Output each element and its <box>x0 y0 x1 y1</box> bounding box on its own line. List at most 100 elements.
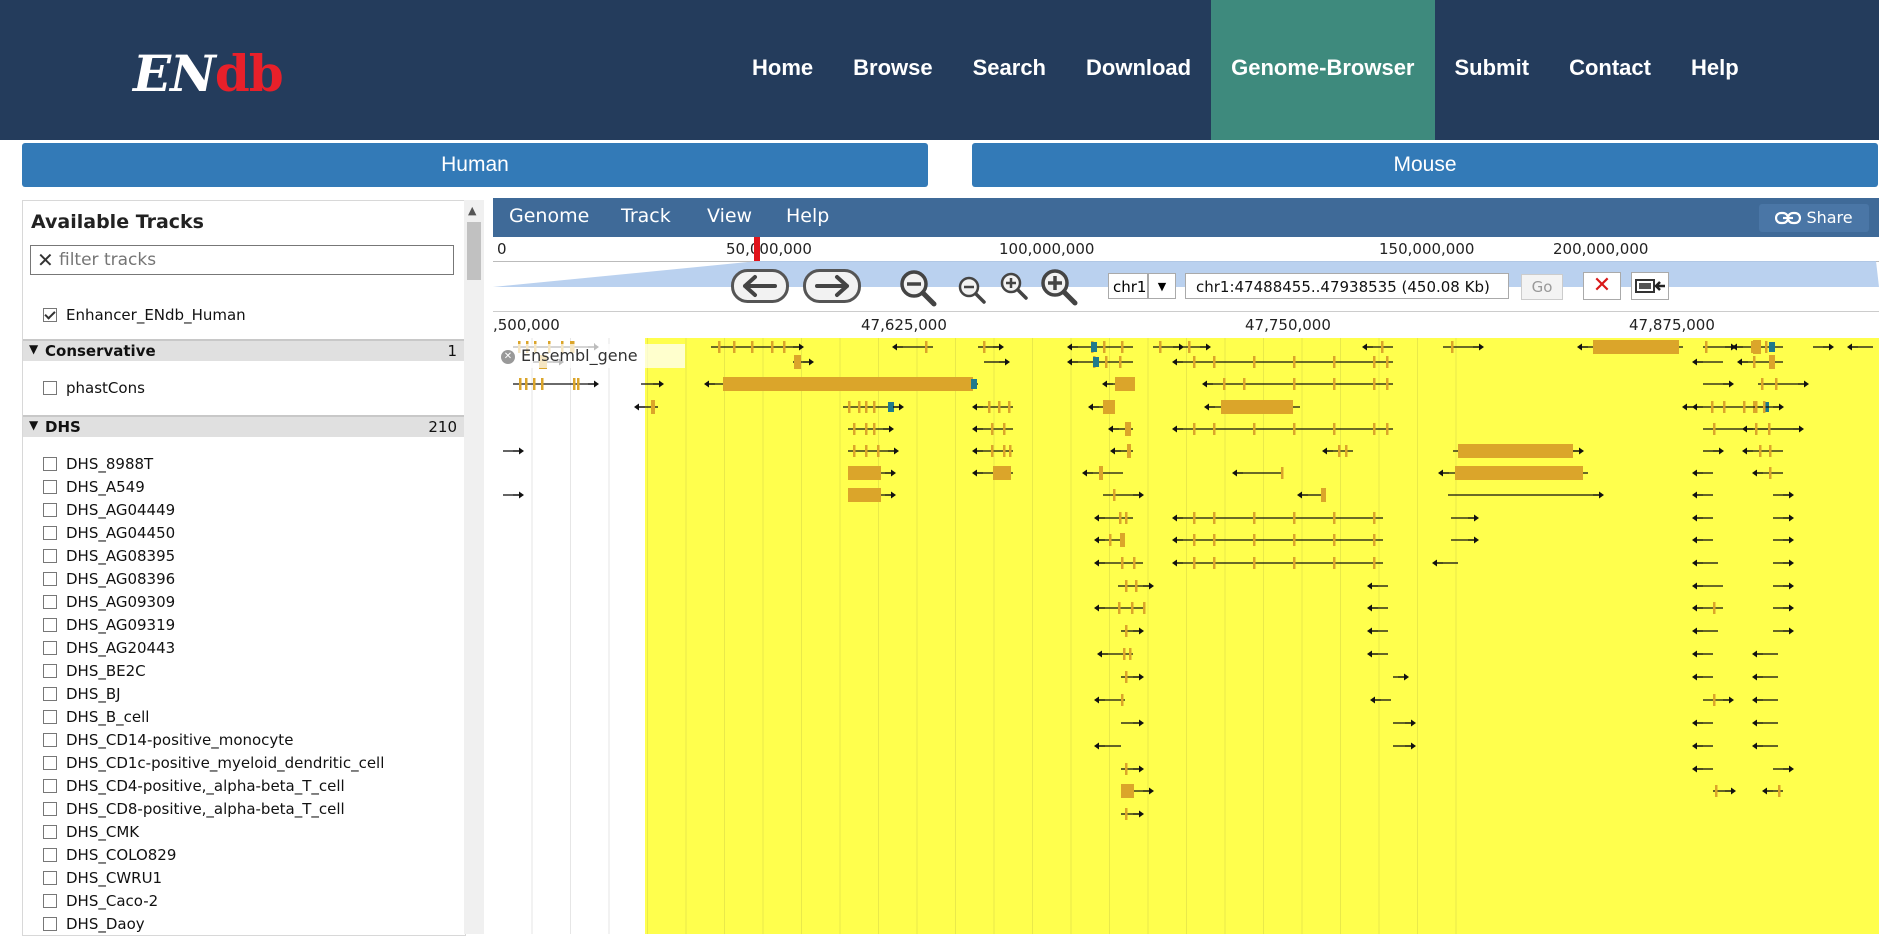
nav-genome-browser[interactable]: Genome-Browser <box>1211 0 1435 140</box>
species-tab-mouse[interactable]: Mouse <box>972 143 1878 187</box>
track-area[interactable]: ✕ Ensembl_gene <box>493 338 1879 934</box>
overview-position-marker[interactable] <box>754 237 760 261</box>
species-tab-human[interactable]: Human <box>22 143 928 187</box>
track-checkbox[interactable] <box>43 526 57 540</box>
nav-submit[interactable]: Submit <box>1435 0 1550 140</box>
track-item[interactable]: DHS_Caco-2 <box>43 890 158 912</box>
track-category-conservative[interactable]: ▼ Conservative 1 <box>23 339 465 361</box>
track-checkbox[interactable] <box>43 825 57 839</box>
track-checkbox[interactable] <box>43 457 57 471</box>
nav-search[interactable]: Search <box>953 0 1066 140</box>
track-item[interactable]: DHS_CD14-positive_monocyte <box>43 729 293 751</box>
scrollbar-thumb[interactable] <box>467 222 481 280</box>
ruler-label: 47,875,000 <box>1629 316 1715 334</box>
track-label[interactable]: ✕ Ensembl_gene <box>497 344 685 368</box>
track-checkbox[interactable] <box>43 848 57 862</box>
track-item[interactable]: DHS_CMK <box>43 821 139 843</box>
track-checkbox[interactable] <box>43 756 57 770</box>
track-item[interactable]: DHS_AG08395 <box>43 545 175 567</box>
nav-contact[interactable]: Contact <box>1549 0 1671 140</box>
scale-ruler[interactable]: ,500,000 47,625,000 47,750,000 47,875,00… <box>493 311 1879 339</box>
track-item[interactable]: phastCons <box>43 377 145 399</box>
track-checkbox[interactable] <box>43 572 57 586</box>
track-item[interactable]: DHS_AG09319 <box>43 614 175 636</box>
track-checkbox[interactable] <box>43 917 57 931</box>
track-checkbox[interactable] <box>43 618 57 632</box>
clear-filter-icon[interactable]: ✕ <box>37 248 54 272</box>
gene-exon <box>1386 423 1389 435</box>
track-item[interactable]: DHS_AG04450 <box>43 522 175 544</box>
collapse-triangle-icon[interactable]: ▼ <box>29 418 38 432</box>
track-checkbox[interactable] <box>43 308 57 322</box>
track-checkbox[interactable] <box>43 687 57 701</box>
track-item[interactable]: DHS_AG04449 <box>43 499 175 521</box>
track-checkbox[interactable] <box>43 802 57 816</box>
track-item[interactable]: DHS_BJ <box>43 683 121 705</box>
gene-exon-block <box>848 488 881 502</box>
track-item[interactable]: DHS_CD1c-positive_myeloid_dendritic_cell <box>43 752 384 774</box>
track-checkbox[interactable] <box>43 664 57 678</box>
gene-exon <box>1193 423 1196 435</box>
track-item[interactable]: DHS_AG20443 <box>43 637 175 659</box>
track-item[interactable]: DHS_CD8-positive,_alpha-beta_T_cell <box>43 798 345 820</box>
track-checkbox[interactable] <box>43 503 57 517</box>
track-item[interactable]: DHS_8988T <box>43 453 153 475</box>
scroll-up-icon[interactable]: ▲ <box>468 204 476 217</box>
track-item[interactable]: DHS_AG08396 <box>43 568 175 590</box>
nav-browse[interactable]: Browse <box>833 0 952 140</box>
track-item[interactable]: DHS_CD4-positive,_alpha-beta_T_cell <box>43 775 345 797</box>
menu-genome[interactable]: Genome <box>509 205 589 227</box>
ensembl-gene-track[interactable] <box>493 338 1879 934</box>
track-checkbox[interactable] <box>43 894 57 908</box>
endb-logo[interactable]: ENdb <box>133 44 284 103</box>
track-checkbox[interactable] <box>43 733 57 747</box>
zoom-in-small-icon[interactable] <box>999 271 1029 301</box>
share-label: Share <box>1806 208 1853 227</box>
close-track-icon[interactable]: ✕ <box>501 349 515 364</box>
track-item[interactable]: DHS_A549 <box>43 476 145 498</box>
zoom-out-big-icon[interactable] <box>898 268 938 308</box>
zoom-in-big-icon[interactable] <box>1039 267 1079 307</box>
menu-track[interactable]: Track <box>621 205 671 227</box>
left-arrow-icon[interactable] <box>731 269 789 303</box>
zoom-out-small-icon[interactable] <box>957 275 987 305</box>
track-checkbox[interactable] <box>43 549 57 563</box>
gene-exon <box>533 378 536 390</box>
highlight-icon[interactable] <box>1631 272 1669 300</box>
nav-home[interactable]: Home <box>732 0 833 140</box>
chromosome-overview[interactable]: 0 50,000,000 100,000,000 150,000,000 200… <box>493 237 1879 262</box>
right-arrow-icon[interactable] <box>803 269 861 303</box>
chromosome-select[interactable]: chr1 <box>1108 273 1148 299</box>
collapse-triangle-icon[interactable]: ▼ <box>29 342 38 356</box>
tracks-scrollbar[interactable]: ▲ <box>464 200 484 934</box>
track-checkbox[interactable] <box>43 381 57 395</box>
track-checkbox[interactable] <box>43 480 57 494</box>
track-item[interactable]: DHS_COLO829 <box>43 844 176 866</box>
nav-download[interactable]: Download <box>1066 0 1211 140</box>
track-checkbox[interactable] <box>43 641 57 655</box>
track-category-dhs[interactable]: ▼ DHS 210 <box>23 415 465 437</box>
track-item[interactable]: DHS_AG09309 <box>43 591 175 613</box>
gene-exon <box>1373 534 1376 546</box>
category-name: Conservative <box>45 342 156 360</box>
track-checkbox[interactable] <box>43 710 57 724</box>
menu-help[interactable]: Help <box>786 205 829 227</box>
gene-exon <box>1755 401 1758 413</box>
gene-exon <box>1223 378 1226 390</box>
track-checkbox[interactable] <box>43 779 57 793</box>
nav-help[interactable]: Help <box>1671 0 1759 140</box>
go-button[interactable]: Go <box>1521 274 1563 300</box>
track-checkbox[interactable] <box>43 595 57 609</box>
share-button[interactable]: Share <box>1759 204 1869 232</box>
location-input[interactable]: chr1:47488455..47938535 (450.08 Kb) <box>1185 273 1509 299</box>
track-checkbox[interactable] <box>43 871 57 885</box>
menu-view[interactable]: View <box>707 205 752 227</box>
track-item[interactable]: DHS_CWRU1 <box>43 867 162 889</box>
track-item[interactable]: DHS_BE2C <box>43 660 146 682</box>
track-item-selected[interactable]: Enhancer_ENdb_Human <box>43 304 246 326</box>
clear-highlight-icon[interactable]: ✕ <box>1583 272 1621 300</box>
track-item[interactable]: DHS_B_cell <box>43 706 149 728</box>
chevron-down-icon[interactable]: ▼ <box>1148 273 1176 299</box>
track-item[interactable]: DHS_Daoy <box>43 913 145 935</box>
filter-tracks-input[interactable] <box>59 249 439 271</box>
